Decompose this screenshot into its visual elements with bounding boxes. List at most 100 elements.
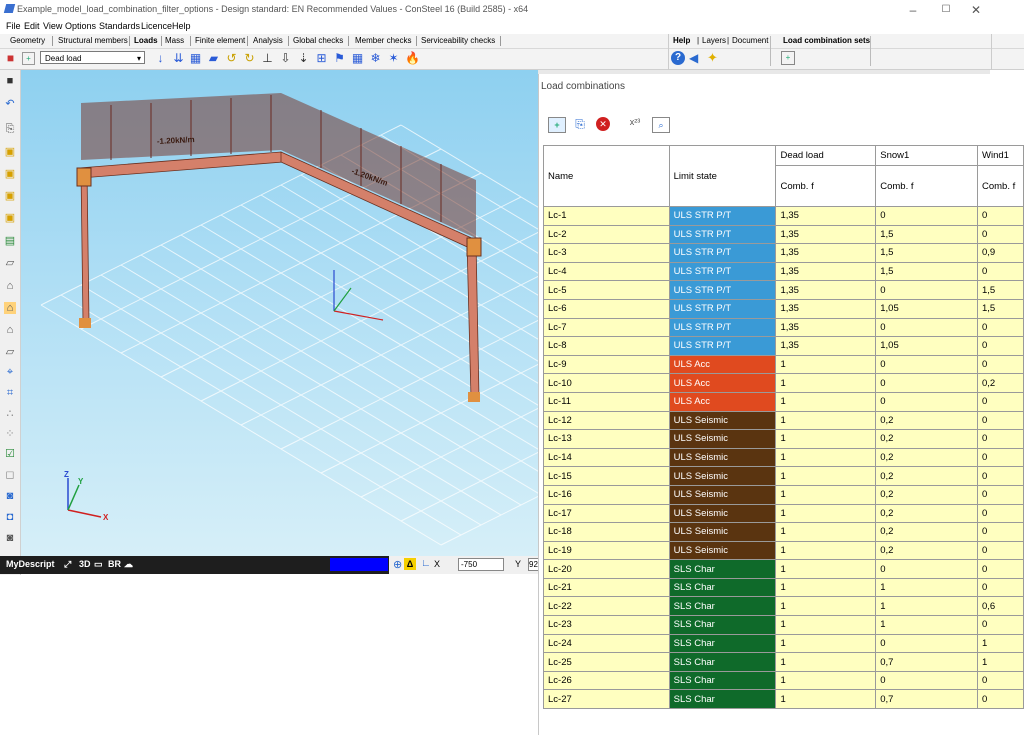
tab-finite-element[interactable]: Finite element xyxy=(195,36,245,45)
combination-factor-cell[interactable]: 1 xyxy=(775,689,877,710)
limit-state-cell[interactable]: ULS STR P/T xyxy=(668,243,777,263)
combination-factor-cell[interactable]: 0 xyxy=(875,206,978,226)
combination-name[interactable]: Lc-2 xyxy=(543,224,670,245)
table-row[interactable]: Lc-2 ULS STR P/T 1,35 1,5 0 xyxy=(543,224,1024,245)
combination-factor-cell[interactable]: 0,9 xyxy=(977,243,1024,263)
combination-factor-cell[interactable]: 1 xyxy=(775,596,877,617)
fire-load-icon[interactable]: 🔥 xyxy=(405,52,420,65)
combination-name[interactable]: Lc-13 xyxy=(543,429,670,449)
combination-name[interactable]: Lc-1 xyxy=(543,206,670,226)
combination-factor-cell[interactable]: 1,5 xyxy=(875,261,978,282)
combination-factor-cell[interactable]: 1 xyxy=(775,522,877,542)
limit-state-cell[interactable]: ULS Seismic xyxy=(668,540,777,561)
display-icon[interactable]: ◘ xyxy=(4,511,16,523)
combination-factor-cell[interactable]: 0 xyxy=(977,224,1024,245)
combination-name[interactable]: Lc-12 xyxy=(543,410,670,431)
combination-factor-cell[interactable]: 0,2 xyxy=(875,447,978,468)
limit-state-cell[interactable]: ULS STR P/T xyxy=(668,298,777,319)
combination-name[interactable]: Lc-20 xyxy=(543,559,670,579)
limit-state-cell[interactable]: ULS STR P/T xyxy=(668,224,777,245)
combination-name[interactable]: Lc-21 xyxy=(543,577,670,598)
combination-factor-cell[interactable]: 1,05 xyxy=(875,336,978,356)
limit-state-cell[interactable]: ULS Seismic xyxy=(668,503,777,524)
points-icon[interactable]: ∴ xyxy=(4,408,16,420)
limit-state-cell[interactable]: SLS Char xyxy=(668,577,777,598)
section-icon[interactable]: ⌖ xyxy=(4,366,16,378)
minimize-button[interactable]: – xyxy=(898,2,928,18)
combination-factor-cell[interactable]: 1 xyxy=(875,596,978,617)
zoom-all-icon[interactable]: ⌂ xyxy=(4,302,16,314)
combination-factor-cell[interactable]: 0 xyxy=(977,540,1024,561)
combination-factor-cell[interactable]: 1,35 xyxy=(775,206,877,226)
combination-factor-cell[interactable]: 1,35 xyxy=(775,280,877,300)
tab-loads[interactable]: Loads xyxy=(134,36,158,45)
limit-state-cell[interactable]: ULS STR P/T xyxy=(668,261,777,282)
tab-structural-members[interactable]: Structural members xyxy=(58,36,128,45)
load-case-select[interactable]: Dead load ▾ xyxy=(40,51,145,64)
expand-icon[interactable]: ⤢ xyxy=(64,559,71,570)
combination-factor-cell[interactable]: 0 xyxy=(875,670,978,691)
combination-factor-cell[interactable]: 1 xyxy=(775,410,877,431)
load-case-manager-icon[interactable]: ■ xyxy=(4,52,17,65)
combination-factor-cell[interactable]: 0 xyxy=(977,410,1024,431)
combination-factor-cell[interactable]: 0 xyxy=(977,447,1024,468)
table-row[interactable]: Lc-26 SLS Char 1 0 0 xyxy=(543,670,1024,691)
combination-factor-cell[interactable]: 1 xyxy=(775,429,877,449)
combination-name[interactable]: Lc-7 xyxy=(543,317,670,338)
header-dead-load[interactable]: Dead load xyxy=(775,145,877,166)
combination-factor-cell[interactable]: 0,2 xyxy=(875,484,978,505)
combination-factor-cell[interactable]: 0 xyxy=(875,317,978,338)
tab-mass[interactable]: Mass xyxy=(165,36,184,45)
limit-state-cell[interactable]: ULS Acc xyxy=(668,373,777,393)
temperature-load-icon[interactable]: ↻ xyxy=(243,52,256,65)
combination-name[interactable]: Lc-6 xyxy=(543,298,670,319)
combination-name[interactable]: Lc-11 xyxy=(543,391,670,412)
combination-factor-cell[interactable]: 0,2 xyxy=(875,540,978,561)
combination-name[interactable]: Lc-4 xyxy=(543,261,670,282)
combination-name[interactable]: Lc-24 xyxy=(543,633,670,654)
tab-layers[interactable]: Layers xyxy=(702,36,726,45)
node-numbers-icon[interactable]: ⁘ xyxy=(4,428,16,440)
menu-options[interactable]: Options xyxy=(65,21,96,31)
limit-state-cell[interactable]: ULS STR P/T xyxy=(668,206,777,226)
limit-state-cell[interactable]: SLS Char xyxy=(668,670,777,691)
combination-name[interactable]: Lc-23 xyxy=(543,615,670,635)
combination-factor-cell[interactable]: 0 xyxy=(977,503,1024,524)
combination-name[interactable]: Lc-14 xyxy=(543,447,670,468)
limit-state-cell[interactable]: ULS Acc xyxy=(668,354,777,375)
combination-name[interactable]: Lc-10 xyxy=(543,373,670,393)
combination-factor-cell[interactable]: 1 xyxy=(775,633,877,654)
view-side-icon[interactable]: ▣ xyxy=(4,190,16,202)
surface-load-icon[interactable]: ▦ xyxy=(189,52,202,65)
check-icon[interactable]: ☑ xyxy=(4,448,16,460)
add-combination-icon[interactable]: + xyxy=(548,117,566,133)
combination-factor-cell[interactable]: 0 xyxy=(977,522,1024,542)
combination-name[interactable]: Lc-26 xyxy=(543,670,670,691)
header-limit-state[interactable]: Limit state xyxy=(668,145,777,207)
tab-analysis[interactable]: Analysis xyxy=(253,36,283,45)
combination-factor-cell[interactable]: 1,35 xyxy=(775,224,877,245)
menu-view[interactable]: View xyxy=(43,21,62,31)
line-load-icon[interactable]: ⇊ xyxy=(172,52,185,65)
generate-combinations-icon[interactable]: x²³ xyxy=(626,117,644,131)
combination-factor-cell[interactable]: 1 xyxy=(775,354,877,375)
combination-factor-cell[interactable]: 0 xyxy=(977,317,1024,338)
load-grid-icon[interactable]: ⊞ xyxy=(315,52,328,65)
settings-icon[interactable]: ◙ xyxy=(4,532,16,544)
description-field[interactable]: MyDescript xyxy=(6,559,55,569)
table-row[interactable]: Lc-8 ULS STR P/T 1,35 1,05 0 xyxy=(543,336,1024,356)
table-row[interactable]: Lc-13 ULS Seismic 1 0,2 0 xyxy=(543,429,1024,449)
combination-factor-cell[interactable]: 1,5 xyxy=(977,298,1024,319)
header-snow1[interactable]: Snow1 xyxy=(875,145,978,166)
help-icon[interactable]: ? xyxy=(671,51,685,65)
combination-factor-cell[interactable]: 1 xyxy=(977,633,1024,654)
wind-load-icon[interactable]: ⚑ xyxy=(333,52,346,65)
table-row[interactable]: Lc-10 ULS Acc 1 0 0,2 xyxy=(543,373,1024,393)
copy-view-icon[interactable]: ⎘ xyxy=(4,123,16,135)
combination-factor-cell[interactable]: 0 xyxy=(977,577,1024,598)
combination-factor-cell[interactable]: 0,6 xyxy=(977,596,1024,617)
tab-help[interactable]: Help xyxy=(673,36,690,45)
combination-factor-cell[interactable]: 1 xyxy=(775,391,877,412)
snap-icon[interactable]: Δ xyxy=(404,558,416,570)
angle-icon[interactable]: ∟ xyxy=(421,558,431,569)
